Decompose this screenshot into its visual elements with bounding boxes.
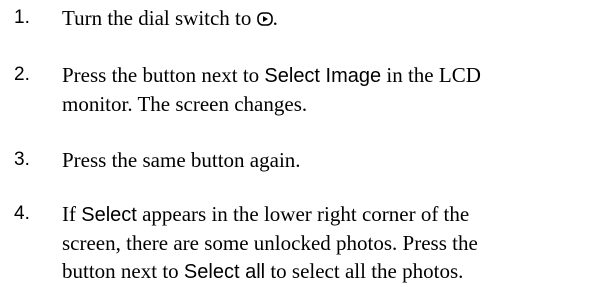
step-line: button next to Select all to select all … — [62, 259, 464, 283]
step-text: Press the button next to Select Image in… — [62, 61, 602, 118]
step-line: screen, there are some unlocked photos. … — [62, 231, 478, 255]
step-text: Press the same button again. — [62, 148, 301, 172]
ui-term-select-image: Select Image — [264, 65, 382, 87]
step-text: Turn the dial switch to . — [62, 6, 278, 30]
step-line: monitor. The screen changes. — [62, 92, 308, 116]
ui-term-select-all: Select all — [183, 261, 266, 283]
step-text: If Select appears in the lower right cor… — [62, 200, 602, 286]
playback-icon — [256, 12, 273, 26]
step-line: Press the button next to Select Image in… — [62, 63, 481, 87]
step-number: 1. — [14, 7, 30, 28]
step-line: If Select appears in the lower right cor… — [62, 202, 470, 226]
step-number: 4. — [14, 203, 30, 224]
step-number: 3. — [14, 149, 30, 170]
step-number: 2. — [14, 64, 30, 85]
ui-term-select: Select — [81, 204, 137, 226]
